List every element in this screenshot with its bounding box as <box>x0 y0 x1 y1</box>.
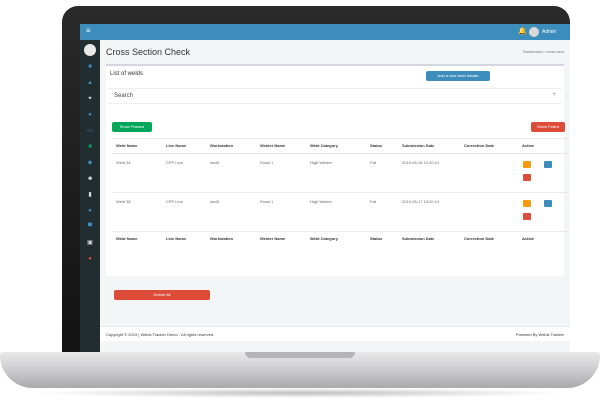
avatar[interactable] <box>529 27 539 37</box>
settings-icon[interactable]: ● <box>87 112 93 118</box>
delete-icon[interactable] <box>523 174 531 181</box>
location-icon[interactable]: ◆ <box>87 160 93 166</box>
add-weld-button[interactable]: Add a new weld details <box>426 71 490 81</box>
panel-heading: List of welds <box>110 71 144 77</box>
submission-date-cell: 2019-05-16 13:20:14 <box>402 160 440 165</box>
view-icon[interactable] <box>544 161 552 168</box>
search-label[interactable]: Search <box>114 93 133 99</box>
weld-name-cell: Weld 38 <box>116 199 131 204</box>
users-icon[interactable]: ☻ <box>87 176 93 182</box>
page-title: Cross Section Check <box>106 47 191 57</box>
app-screen: ≡ 🔔 Admin ■ ▲ ✦ ● ▭ ■ ◆ ☻ ▮ ● ▀ ▣ ● Cros… <box>80 24 570 356</box>
lock-icon[interactable]: ▣ <box>87 240 93 246</box>
delete-icon[interactable] <box>523 213 531 220</box>
show-failed-button[interactable]: Show Failed <box>531 122 565 132</box>
column-header: Weld Category <box>310 143 338 148</box>
column-header: Line Name <box>166 143 187 148</box>
sidebar: ■ ▲ ✦ ● ▭ ■ ◆ ☻ ▮ ● ▀ ▣ ● <box>80 40 100 356</box>
breadcrumb[interactable]: Dashboard / cross-sect <box>523 49 564 54</box>
column-header: Submission Date <box>402 143 435 148</box>
status-cell: Fail <box>370 199 377 204</box>
column-header: Submission Date <box>402 236 435 241</box>
column-header: Correction Date <box>464 143 495 148</box>
document-icon[interactable]: ▮ <box>87 192 93 198</box>
power-icon[interactable]: ● <box>87 256 93 262</box>
main-content: Cross Section Check Dashboard / cross-se… <box>100 40 570 356</box>
footer-copyright: Copyright © 2019 | Welds Tracker Demo - … <box>106 332 215 337</box>
show-passed-button[interactable]: Show Passed <box>112 122 152 132</box>
chart-icon[interactable]: ▲ <box>87 80 93 86</box>
plus-icon[interactable]: + <box>552 92 556 98</box>
dashboard-icon[interactable]: ■ <box>87 64 93 70</box>
column-header: Workstation <box>210 236 234 241</box>
search-row[interactable]: Search + <box>108 88 562 104</box>
footer-powered-by: Powered By Welds Tracker <box>515 332 564 337</box>
line-name-cell: CPP Line <box>166 160 183 165</box>
column-header: Workstation <box>210 143 234 148</box>
weld-category-cell: High Welder <box>310 160 332 165</box>
table-row: Weld 38 CPP Line ws45 Rossi 1 High Welde… <box>112 192 568 231</box>
check-icon[interactable]: ■ <box>87 144 93 150</box>
submission-date-cell: 2019-05-17 13:20:14 <box>402 199 440 204</box>
line-name-cell: CPP Line <box>166 199 183 204</box>
column-header: Welder Name <box>260 236 286 241</box>
avatar <box>84 44 96 56</box>
weld-name-cell: Weld 34 <box>116 160 131 165</box>
table-footer-row: Weld Name Line Name Workstation Welder N… <box>112 231 568 246</box>
column-header: Action <box>522 236 535 241</box>
column-header: Weld Name <box>116 143 138 148</box>
column-header: Correction Date <box>464 236 495 241</box>
tool-icon[interactable]: ✦ <box>87 96 93 102</box>
column-header: Action <box>522 143 535 148</box>
list-icon[interactable]: ▭ <box>87 128 93 134</box>
welds-table: Weld Name Line Name Workstation Welder N… <box>112 138 568 246</box>
footer: Copyright © 2019 | Welds Tracker Demo - … <box>100 326 570 341</box>
workstation-cell: ws45 <box>210 160 220 165</box>
user-name[interactable]: Admin <box>542 29 556 35</box>
column-header: Weld Name <box>116 236 138 241</box>
hamburger-icon[interactable]: ≡ <box>86 27 91 35</box>
laptop-shadow <box>30 388 570 398</box>
welds-panel: List of welds Add a new weld details Sea… <box>106 64 568 300</box>
column-header: Line Name <box>166 236 187 241</box>
table-row: Weld 34 CPP Line ws45 Rossi 1 High Welde… <box>112 153 568 192</box>
edit-icon[interactable] <box>523 161 531 168</box>
welder-name-cell: Rossi 1 <box>260 160 274 165</box>
laptop-notch <box>245 352 355 358</box>
topbar: ≡ 🔔 Admin <box>80 24 570 40</box>
bell-icon[interactable]: 🔔 <box>518 27 527 35</box>
column-header: Status <box>370 143 383 148</box>
globe-icon[interactable]: ● <box>87 208 93 214</box>
column-header: Status <box>370 236 383 241</box>
delete-all-button[interactable]: Delete All <box>114 290 210 300</box>
table-header-row: Weld Name Line Name Workstation Welder N… <box>112 138 568 153</box>
edit-icon[interactable] <box>523 200 531 207</box>
column-header: Weld Category <box>310 236 338 241</box>
view-icon[interactable] <box>544 200 552 207</box>
weld-category-cell: High Welder <box>310 199 332 204</box>
welder-name-cell: Rossi 1 <box>260 199 274 204</box>
workstation-cell: ws45 <box>210 199 220 204</box>
status-cell: Fail <box>370 160 377 165</box>
bar-chart-icon[interactable]: ▀ <box>87 224 93 230</box>
column-header: Welder Name <box>260 143 286 148</box>
